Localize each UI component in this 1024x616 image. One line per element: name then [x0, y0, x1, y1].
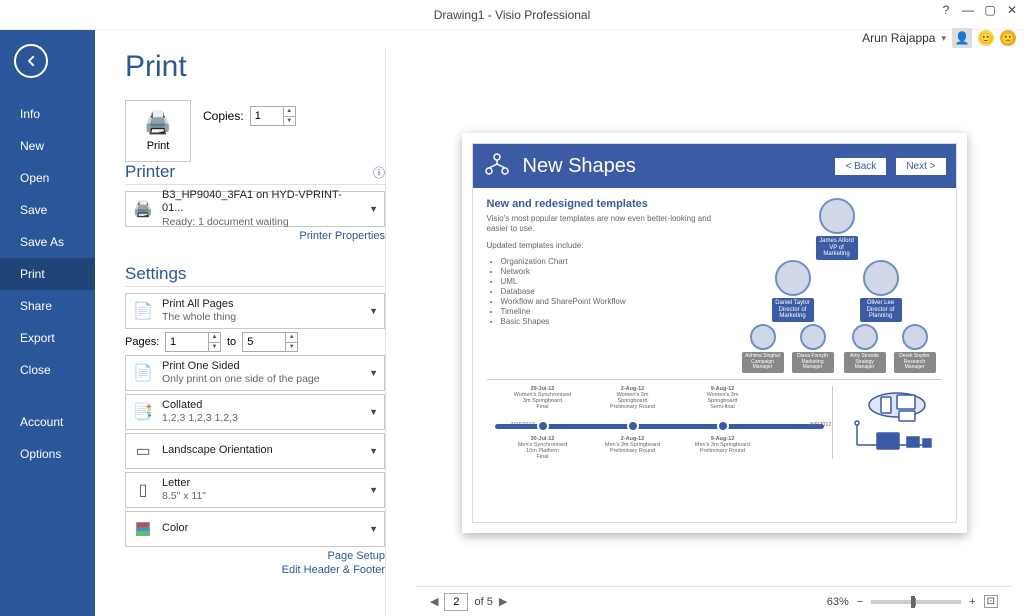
nav-save[interactable]: Save: [0, 194, 95, 226]
color-icon: [132, 522, 154, 536]
printer-section-title: Printer ⓘ: [125, 162, 385, 185]
page-from-input[interactable]: 1 ▲▼: [165, 332, 221, 352]
info-icon[interactable]: ⓘ: [373, 164, 385, 181]
preview-title: New Shapes: [523, 155, 826, 178]
feedback-smile-icon[interactable]: 🙂: [978, 30, 994, 46]
preview-footer: ◀ of 5 ▶ 63% − + ⊡: [416, 586, 1012, 616]
nav-info[interactable]: Info: [0, 98, 95, 130]
chevron-down-icon: ▼: [369, 407, 378, 417]
next-page-button[interactable]: ▶: [499, 595, 507, 608]
chevron-down-icon: ▼: [369, 306, 378, 316]
collate-icon: 📑: [132, 402, 154, 422]
preview-next-button[interactable]: Next >: [896, 158, 945, 175]
chevron-down-icon: ▼: [369, 446, 378, 456]
page-title: Print: [125, 50, 385, 84]
print-button[interactable]: 🖨️ Print: [125, 100, 191, 162]
pages-to-label: to: [227, 336, 236, 348]
minimize-icon[interactable]: —: [962, 4, 974, 16]
setting-color[interactable]: Color ▼: [125, 511, 385, 547]
back-button[interactable]: [14, 44, 48, 78]
setting-orientation[interactable]: ▭ Landscape Orientation ▼: [125, 433, 385, 469]
user-name[interactable]: Arun Rajappa: [862, 31, 935, 45]
avatar[interactable]: 👤: [952, 28, 972, 48]
restore-icon[interactable]: ▢: [984, 4, 996, 16]
pages-label: Pages:: [125, 336, 159, 348]
setting-collate[interactable]: 📑 Collated 1,2,3 1,2,3 1,2,3 ▼: [125, 394, 385, 430]
settings-section-title: Settings: [125, 264, 385, 287]
preview-subtitle: New and redesigned templates: [487, 198, 722, 210]
nav-account[interactable]: Account: [0, 406, 95, 438]
org-chart-graphic: James AlfordVP of Marketing Daniel Taylo…: [732, 198, 942, 373]
fit-page-button[interactable]: ⊡: [984, 595, 998, 608]
nav-new[interactable]: New: [0, 130, 95, 162]
help-icon[interactable]: ?: [940, 4, 952, 16]
feedback-frown-icon[interactable]: 🙁: [1000, 30, 1016, 46]
page-icon: 📄: [132, 363, 154, 383]
chevron-down-icon[interactable]: ▾: [941, 33, 946, 44]
landscape-icon: ▭: [132, 441, 154, 461]
preview-list-intro: Updated templates include:: [487, 241, 722, 251]
chevron-down-icon: ▼: [369, 485, 378, 495]
print-button-label: Print: [147, 140, 170, 152]
prev-page-button[interactable]: ◀: [430, 595, 438, 608]
copies-label: Copies:: [203, 109, 244, 123]
zoom-slider[interactable]: [871, 600, 961, 604]
page-total-label: of 5: [474, 596, 492, 608]
preview-header: New Shapes < Back Next >: [473, 144, 956, 188]
chevron-down-icon: ▼: [369, 368, 378, 378]
preview-column: New Shapes < Back Next > New and redesig…: [385, 50, 1024, 616]
printer-properties-link[interactable]: Printer Properties: [125, 230, 385, 242]
titlebar: Drawing1 - Visio Professional ? — ▢ ✕: [0, 0, 1024, 30]
nav-share[interactable]: Share: [0, 290, 95, 322]
user-row: Arun Rajappa ▾ 👤 🙂 🙁: [862, 28, 1016, 48]
nav-print[interactable]: Print: [0, 258, 95, 290]
current-page-input[interactable]: [444, 593, 468, 611]
shapes-icon: [483, 152, 513, 181]
nav-open[interactable]: Open: [0, 162, 95, 194]
page-setup-link[interactable]: Page Setup: [125, 550, 385, 562]
preview-back-button[interactable]: < Back: [835, 158, 886, 175]
window-title: Drawing1 - Visio Professional: [434, 8, 591, 22]
nav-options[interactable]: Options: [0, 438, 95, 470]
copies-input[interactable]: 1 ▲▼: [250, 106, 296, 126]
printer-selector[interactable]: 🖨️ B3_HP9040_3FA1 on HYD-VPRINT-01... Re…: [125, 191, 385, 227]
backstage-sidebar: Info New Open Save Save As Print Share E…: [0, 30, 95, 616]
edit-header-footer-link[interactable]: Edit Header & Footer: [125, 564, 385, 576]
zoom-out-button[interactable]: −: [857, 596, 863, 608]
print-preview-page: New Shapes < Back Next > New and redesig…: [462, 133, 967, 533]
setting-paper-size[interactable]: ▯ Letter 8.5" x 11" ▼: [125, 472, 385, 508]
page-to-input[interactable]: 5 ▲▼: [242, 332, 298, 352]
close-icon[interactable]: ✕: [1006, 4, 1018, 16]
printer-status-icon: 🖨️: [132, 199, 154, 219]
pages-icon: 📄: [132, 301, 154, 321]
zoom-in-button[interactable]: +: [969, 596, 975, 608]
print-settings-column: Print 🖨️ Print Copies: 1 ▲▼ Printer ⓘ: [125, 50, 385, 616]
nav-save-as[interactable]: Save As: [0, 226, 95, 258]
preview-desc: Visio's most popular templates are now e…: [487, 214, 722, 235]
timeline-graphic: 7/27/2012 29-Jul-12Women's Synchronised …: [487, 379, 942, 459]
printer-icon: 🖨️: [144, 110, 171, 136]
setting-print-range[interactable]: 📄 Print All Pages The whole thing ▼: [125, 293, 385, 329]
chevron-down-icon: ▼: [369, 204, 378, 214]
preview-bullet-list: Organization Chart Network UML Database …: [487, 257, 722, 326]
paper-icon: ▯: [132, 480, 154, 500]
chevron-down-icon: ▼: [369, 524, 378, 534]
main: Print 🖨️ Print Copies: 1 ▲▼ Printer ⓘ: [95, 30, 1024, 616]
nav-close[interactable]: Close: [0, 354, 95, 386]
network-graphic: [837, 387, 937, 459]
window-controls: ? — ▢ ✕: [940, 4, 1018, 16]
zoom-label: 63%: [827, 596, 849, 608]
setting-sides[interactable]: 📄 Print One Sided Only print on one side…: [125, 355, 385, 391]
copies-spinner[interactable]: ▲▼: [283, 107, 295, 125]
nav-export[interactable]: Export: [0, 322, 95, 354]
